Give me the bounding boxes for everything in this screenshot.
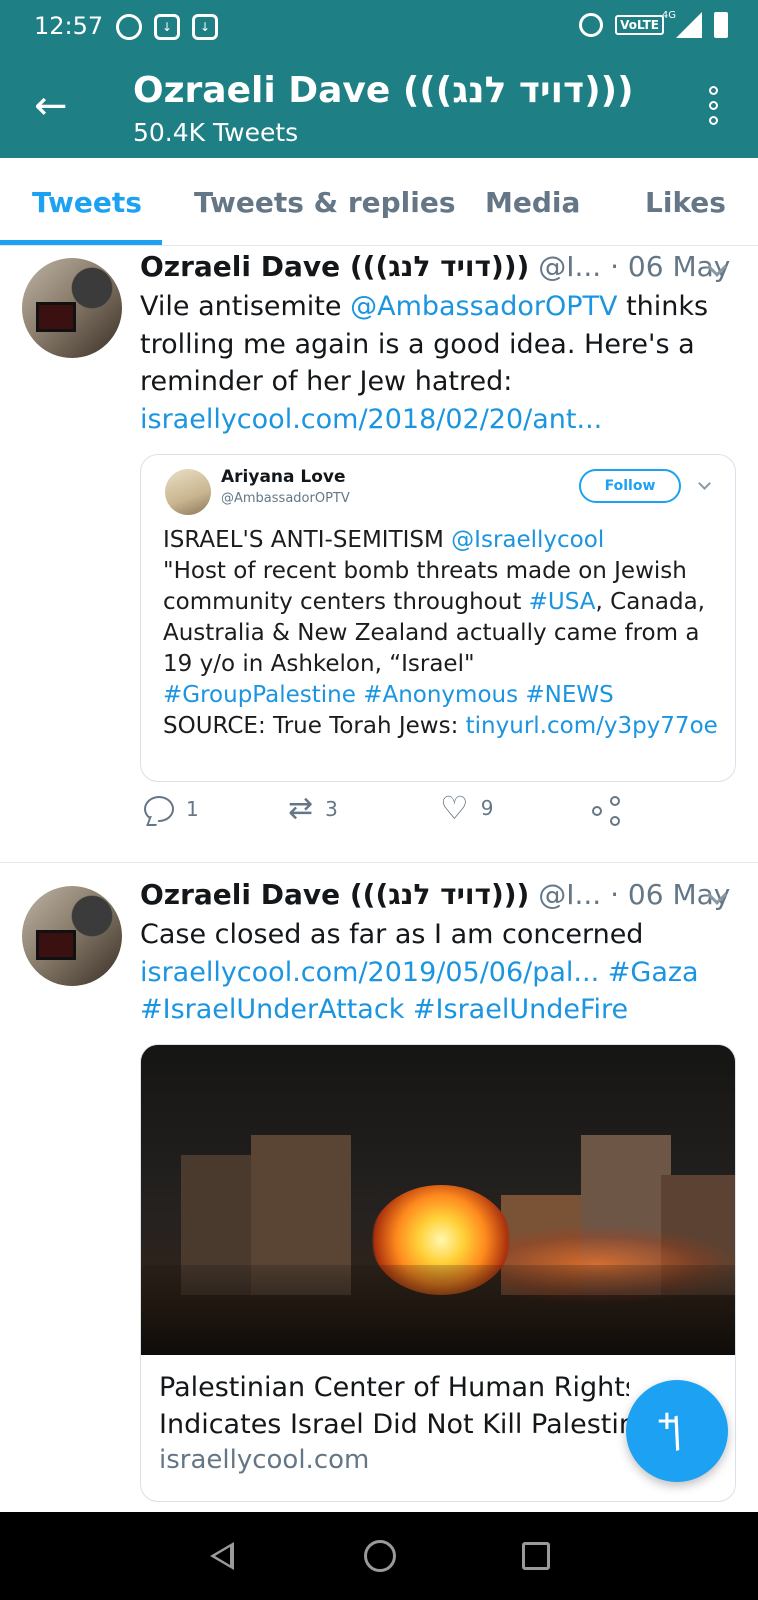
reply-count: 1 <box>186 797 199 821</box>
mention-link[interactable]: @Israellycool <box>451 527 604 553</box>
network-type: 4G <box>661 10 676 21</box>
nav-recents-icon[interactable] <box>522 1542 550 1570</box>
nav-home-icon[interactable] <box>364 1540 396 1572</box>
nav-back-icon[interactable] <box>210 1542 234 1570</box>
author-handle: @I... <box>538 878 602 911</box>
hashtag-links[interactable]: #IsraelUnderAttack #IsraelUndeFire <box>140 994 628 1025</box>
quote-author-handle: @AmbassadorOPTV <box>221 491 350 506</box>
tweet-header: Ozraeli Dave (((דויד לנג))) @I... · 06 M… <box>140 878 730 911</box>
hashtag-links[interactable]: #GroupPalestine #Anonymous #NEWS <box>163 682 614 708</box>
reply-action[interactable]: 1 <box>144 796 199 822</box>
quoted-tweet[interactable]: Ariyana Love @AmbassadorOPTV Follow ISRA… <box>140 454 736 782</box>
tab-tweets-and-replies[interactable]: Tweets & replies <box>194 186 456 219</box>
status-time: 12:57 <box>34 12 104 40</box>
profile-tabs: Tweets Tweets & replies Media Likes <box>0 158 758 246</box>
reply-icon <box>144 796 174 822</box>
avatar[interactable] <box>22 258 122 358</box>
quote-avatar <box>165 469 211 515</box>
retweet-action[interactable]: ⇄ 3 <box>288 794 338 824</box>
hashtag-link[interactable]: #USA <box>529 589 596 615</box>
tab-media[interactable]: Media <box>485 186 580 219</box>
author-handle: @I... <box>538 250 602 283</box>
tweet-actions: 1 ⇄ 3 ♡ 9 <box>140 792 700 832</box>
alarm-icon <box>579 13 604 37</box>
tweet-header: Ozraeli Dave (((דויד לנג))) @I... · 06 M… <box>140 250 730 283</box>
app-root: 12:57 ↓ ↓ VoLTE 4G ← Ozraeli Dave (((דוי… <box>0 0 758 1600</box>
retweet-icon: ⇄ <box>288 791 314 826</box>
tweet[interactable]: Ozraeli Dave (((דויד לנג))) @I... · 06 M… <box>0 246 758 862</box>
more-options-icon[interactable] <box>709 86 718 125</box>
battery-icon <box>714 12 728 38</box>
heart-icon: ♡ <box>440 789 469 827</box>
volte-icon: VoLTE <box>615 15 664 35</box>
follow-button[interactable]: Follow <box>579 469 681 503</box>
back-arrow-icon[interactable]: ← <box>34 86 68 126</box>
author-name: Ozraeli Dave (((דויד לנג))) <box>140 250 530 283</box>
tweet-url-link[interactable]: israellycool.com/2019/05/06/pal... <box>140 957 599 988</box>
author-name: Ozraeli Dave (((דויד לנג))) <box>140 878 530 911</box>
source-link[interactable]: tinyurl.com/y3py77oe <box>466 713 718 739</box>
avatar[interactable] <box>22 886 122 986</box>
compose-tweet-button[interactable]: + / <box>626 1380 728 1482</box>
hashtag-link[interactable]: #Gaza <box>608 957 699 988</box>
card-title: Palestinian Center of Human Rights Indica… <box>159 1372 629 1440</box>
share-icon <box>592 796 622 826</box>
quote-text: ISRAEL'S ANTI-SEMITISM @Israellycool "Hos… <box>163 527 718 739</box>
status-bar: 12:57 ↓ ↓ VoLTE 4G <box>0 0 758 56</box>
retweet-count: 3 <box>325 797 338 821</box>
card-image <box>141 1045 735 1355</box>
notification-icons: ↓ ↓ <box>116 14 218 40</box>
quote-author-name: Ariyana Love <box>221 467 346 487</box>
profile-title: Ozraeli Dave (((דויד לנג))) <box>133 70 634 111</box>
signal-icon <box>676 12 702 38</box>
tweet-count: 50.4K Tweets <box>133 118 299 147</box>
profile-app-bar: ← Ozraeli Dave (((דויד לנג))) 50.4K Twee… <box>0 56 758 158</box>
like-count: 9 <box>480 796 494 820</box>
like-action[interactable]: ♡ 9 <box>440 792 493 824</box>
mention-link[interactable]: @AmbassadorOPTV <box>350 291 617 322</box>
share-action[interactable] <box>592 796 622 826</box>
system-icons: VoLTE 4G <box>579 10 728 38</box>
tab-tweets[interactable]: Tweets <box>32 186 142 219</box>
card-domain: israellycool.com <box>159 1445 370 1475</box>
chevron-down-icon[interactable] <box>698 477 711 490</box>
tweet-url-link[interactable]: israellycool.com/2018/02/20/ant... <box>140 404 602 435</box>
tweet-text: Case closed as far as I am concerned isra… <box>140 919 699 1025</box>
tweet-text: Vile antisemite @AmbassadorOPTV thinks t… <box>140 291 709 435</box>
tab-likes[interactable]: Likes <box>645 186 726 219</box>
download-notification-icon: ↓ <box>154 14 180 40</box>
message-notification-icon <box>116 14 142 40</box>
download-notification-icon: ↓ <box>192 14 218 40</box>
active-tab-indicator <box>0 240 162 245</box>
system-navigation-bar <box>0 1512 758 1600</box>
